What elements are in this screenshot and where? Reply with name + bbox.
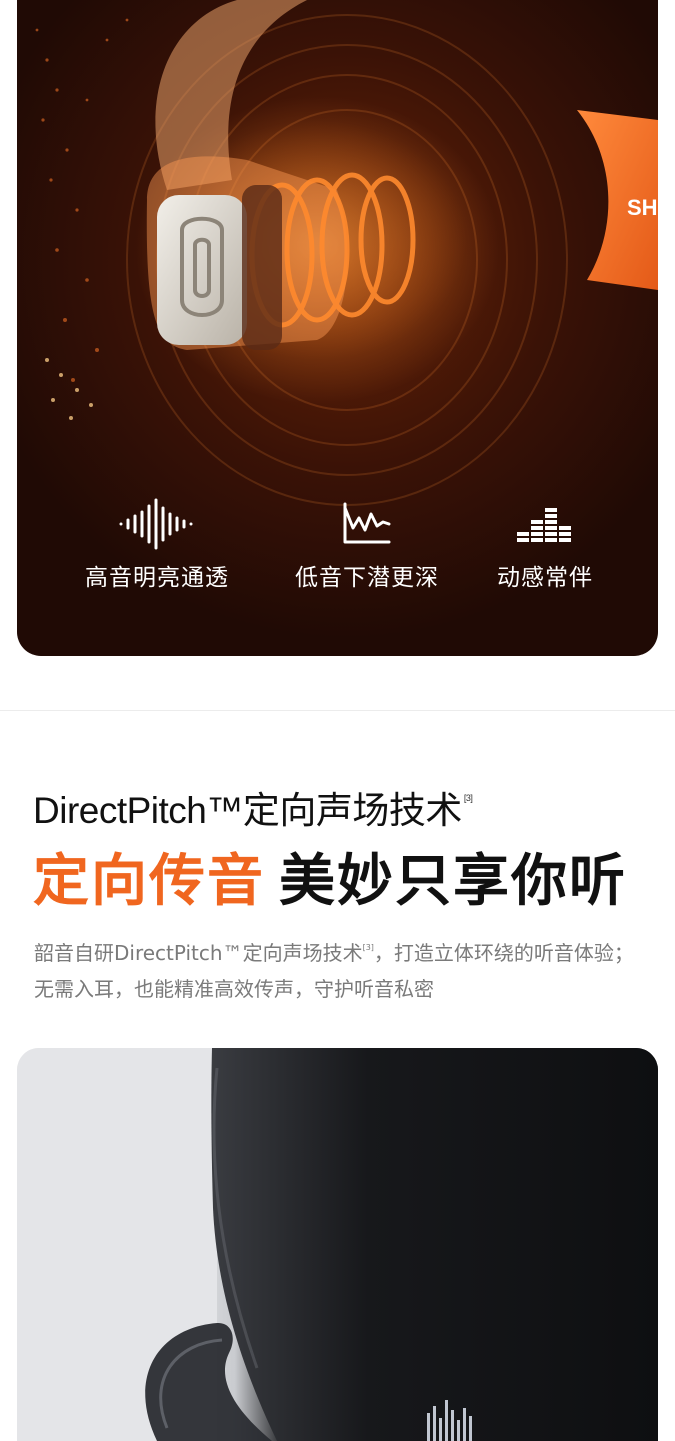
product-photo — [17, 1048, 658, 1441]
feature-dynamic: 动感常伴 — [445, 498, 645, 592]
feature-row: 高音明亮通透 低音下潜更深 动感常伴 — [17, 498, 658, 608]
description: 韶音自研DirectPitch™定向声场技术[3]，打造立体环绕的听音体验；无需… — [34, 930, 646, 1007]
feature-treble: 高音明亮通透 — [57, 498, 257, 592]
feature-dynamic-label: 动感常伴 — [497, 565, 593, 591]
head-with-earphone-illustration — [17, 1048, 658, 1441]
bass-frequency-icon — [343, 502, 391, 544]
treble-waveform-icon — [119, 498, 193, 550]
description-part1: 韶音自研DirectPitch™定向声场技术 — [34, 941, 363, 965]
tech-title: DirectPitch™定向声场技术 [3] — [33, 780, 473, 834]
feature-bass: 低音下潜更深 — [267, 498, 467, 592]
tech-title-footnote: [3] — [463, 793, 473, 803]
equalizer-bars-icon — [517, 508, 571, 542]
section-divider — [0, 710, 675, 711]
description-footnote: [3] — [362, 943, 374, 952]
tech-title-text: DirectPitch™定向声场技术 — [33, 790, 462, 831]
headline-accent: 定向传音 — [33, 849, 265, 914]
feature-bass-label: 低音下潜更深 — [295, 565, 439, 591]
hero-card: SH 高音明亮通透 低音下潜更深 动感常伴 — [17, 0, 658, 656]
feature-treble-label: 高音明亮通透 — [85, 565, 229, 591]
headline-dark: 美妙只享你听 — [279, 849, 627, 914]
headline: 定向传音 美妙只享你听 — [33, 836, 627, 917]
brand-fragment: SH — [627, 195, 658, 220]
